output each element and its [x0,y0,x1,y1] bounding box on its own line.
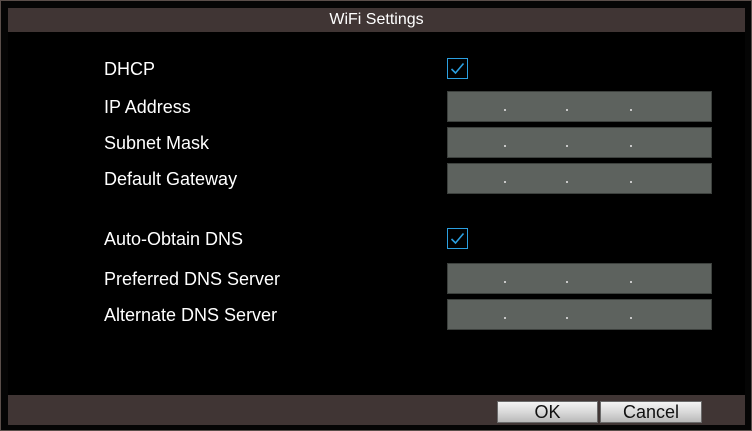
dhcp-checkbox[interactable] [447,58,468,79]
ip-separator-dot [630,317,632,319]
auto-dns-row: Auto-Obtain DNS [104,223,664,255]
subnet-mask-label: Subnet Mask [104,132,210,153]
ip-separator-dot [566,281,568,283]
default-gateway-row: Default Gateway [104,163,724,195]
ip-separator-dot [504,317,506,319]
ip-separator-dot [630,281,632,283]
default-gateway-label: Default Gateway [104,168,238,189]
subnet-mask-row: Subnet Mask [104,127,724,159]
ip-address-row: IP Address [104,91,724,123]
subnet-mask-field[interactable] [447,127,712,158]
ok-button[interactable]: OK [497,401,598,423]
ip-separator-dot [630,109,632,111]
ip-separator-dot [566,145,568,147]
ip-address-field[interactable] [447,91,712,122]
auto-dns-checkbox[interactable] [447,228,468,249]
button-bar: OK Cancel [8,395,745,425]
dhcp-label: DHCP [104,58,156,79]
window-title: WiFi Settings [329,11,424,28]
preferred-dns-field[interactable] [447,263,712,294]
alternate-dns-row: Alternate DNS Server [104,299,724,331]
cancel-button[interactable]: Cancel [600,401,702,423]
auto-dns-label: Auto-Obtain DNS [104,228,244,249]
ip-address-label: IP Address [104,96,191,117]
ip-separator-dot [630,145,632,147]
default-gateway-field[interactable] [447,163,712,194]
preferred-dns-row: Preferred DNS Server [104,263,724,295]
ip-separator-dot [566,109,568,111]
ip-separator-dot [504,281,506,283]
ip-separator-dot [504,145,506,147]
wifi-settings-window: WiFi Settings DHCP IP Address Subnet Mas… [0,0,752,431]
check-icon [450,232,465,245]
ip-separator-dot [566,181,568,183]
ip-separator-dot [566,317,568,319]
preferred-dns-label: Preferred DNS Server [104,268,281,289]
ip-separator-dot [630,181,632,183]
settings-form: DHCP IP Address Subnet Mask Default Gate… [8,33,745,395]
title-bar: WiFi Settings [8,8,745,33]
alternate-dns-field[interactable] [447,299,712,330]
check-icon [450,62,465,75]
ip-separator-dot [504,181,506,183]
alternate-dns-label: Alternate DNS Server [104,304,278,325]
dhcp-row: DHCP [104,53,664,85]
ip-separator-dot [504,109,506,111]
